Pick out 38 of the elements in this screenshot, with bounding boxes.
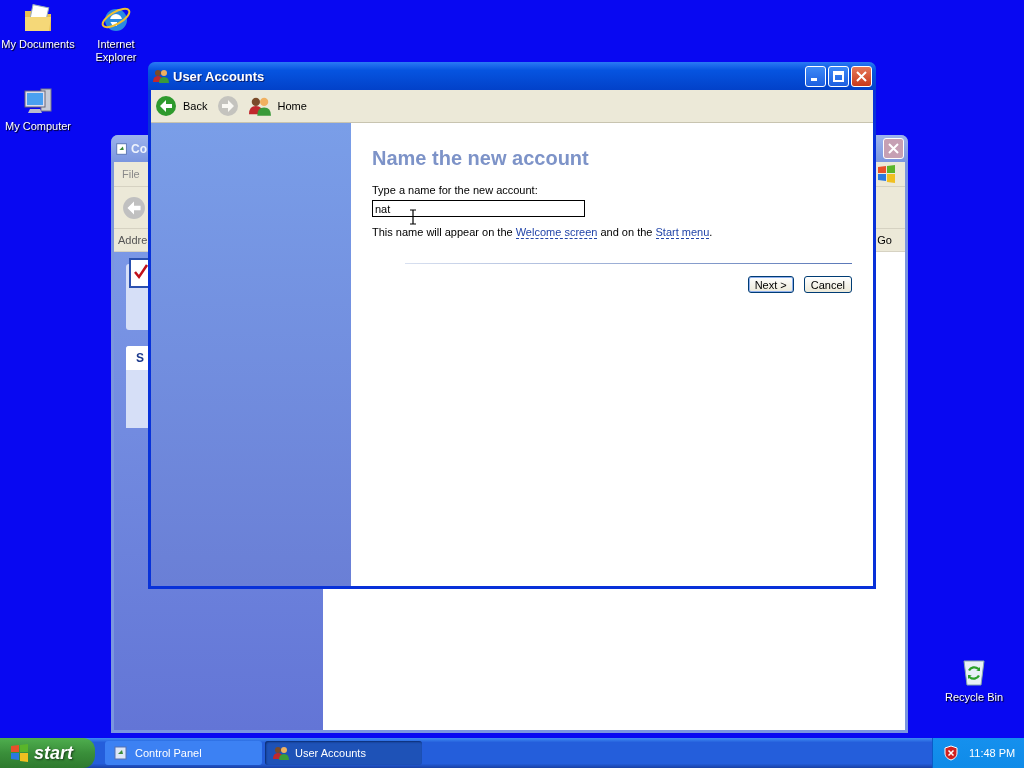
users-icon xyxy=(153,68,169,84)
home-button[interactable]: Home xyxy=(249,95,307,117)
minimize-icon xyxy=(811,77,817,81)
hint-link[interactable]: Welcome screen xyxy=(515,226,598,239)
desktop-icon-label[interactable]: Recycle Bin xyxy=(944,691,1004,704)
taskbar-button[interactable]: Control Panel xyxy=(105,741,262,765)
next-button[interactable]: Next > xyxy=(747,276,794,293)
desktop-icon-label[interactable]: Internet Explorer xyxy=(78,38,154,64)
clock: 11:48 PM xyxy=(969,747,1016,759)
start-button[interactable]: start xyxy=(0,738,95,768)
maximize-icon xyxy=(833,70,844,82)
field-label: Type a name for the new account: xyxy=(372,184,539,196)
account-name-field[interactable]: nat xyxy=(372,200,585,217)
window-title: Co xyxy=(131,141,147,156)
minimize-button[interactable] xyxy=(805,65,826,87)
security-shield-icon[interactable] xyxy=(943,745,959,761)
cancel-button[interactable]: Cancel xyxy=(803,276,852,293)
maximize-button[interactable] xyxy=(828,65,849,87)
desktop-icon-label[interactable]: My Documents xyxy=(1,38,75,51)
back-button[interactable]: Back xyxy=(155,95,208,117)
desktop-icon-label[interactable]: My Computer xyxy=(5,120,71,133)
close-button[interactable] xyxy=(851,65,872,87)
close-icon xyxy=(888,143,899,154)
close-icon xyxy=(856,70,867,82)
text-cursor-icon xyxy=(409,209,417,225)
taskbar-button[interactable]: User Accounts xyxy=(265,741,422,765)
windows-logo-icon xyxy=(10,744,30,762)
control-panel-icon xyxy=(113,745,129,761)
users-icon xyxy=(273,745,289,761)
address-label: Addre xyxy=(118,234,148,246)
card-title: S xyxy=(136,351,144,365)
page-heading: Name the new account xyxy=(372,147,590,170)
go-button[interactable]: Go xyxy=(877,234,892,246)
control-panel-icon xyxy=(115,141,129,156)
users-icon xyxy=(249,95,272,117)
windows-logo-icon xyxy=(877,165,897,183)
hint-text: This name will appear on the Welcome screen and on the Start menu. xyxy=(372,226,714,238)
window-title: User Accounts xyxy=(173,68,265,84)
